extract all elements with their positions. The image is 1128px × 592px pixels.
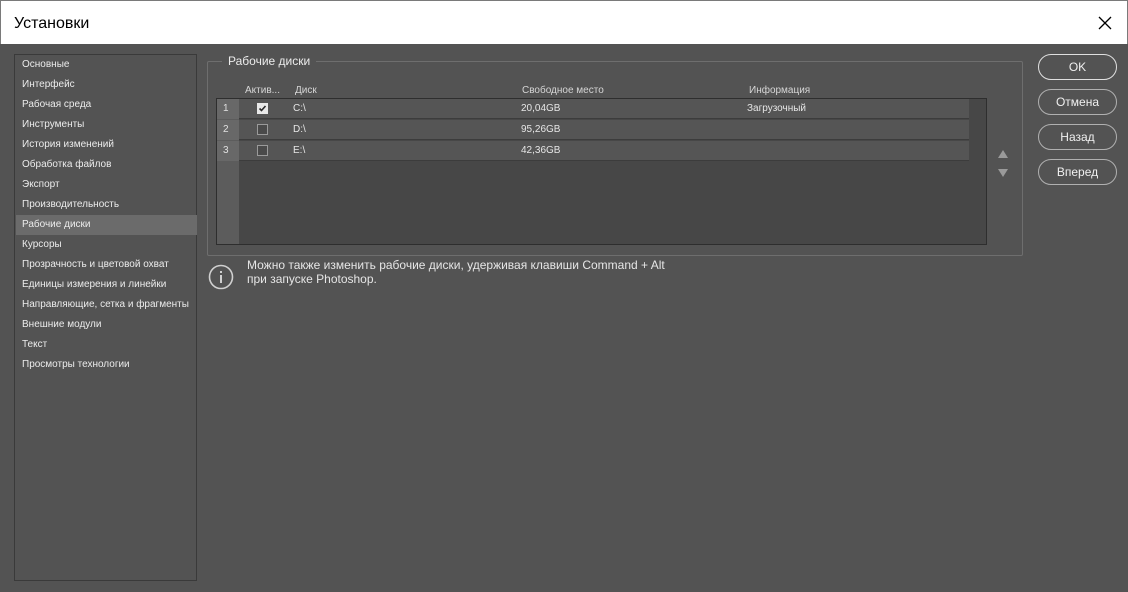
info-message-line2: при запуске Photoshop. (247, 272, 377, 286)
row-number: 3 (217, 141, 239, 161)
sidebar-item-tools[interactable]: Инструменты (16, 115, 197, 135)
group-title: Рабочие диски (222, 54, 317, 68)
disk-cell: E:\ (293, 145, 306, 156)
sidebar-item-performance[interactable]: Производительность (16, 195, 197, 215)
info-cell: Загрузочный (747, 103, 807, 114)
free-space-cell: 20,04GB (521, 103, 561, 114)
disk-cell: D:\ (293, 124, 306, 135)
sidebar-item-history[interactable]: История изменений (16, 135, 197, 155)
sidebar-item-scratch-disks[interactable]: Рабочие диски (16, 215, 197, 235)
back-button[interactable]: Назад (1038, 124, 1117, 150)
column-header-disk[interactable]: Диск (295, 85, 317, 96)
free-space-cell: 42,36GB (521, 145, 561, 156)
cancel-button[interactable]: Отмена (1038, 89, 1117, 115)
disk-cell: C:\ (293, 103, 306, 114)
close-icon (1098, 16, 1112, 30)
column-header-info[interactable]: Информация (749, 85, 810, 96)
window-title: Установки (14, 15, 90, 32)
triangle-up-icon[interactable] (997, 149, 1009, 159)
sidebar-item-general[interactable]: Основные (16, 55, 197, 75)
ok-button[interactable]: OK (1038, 54, 1117, 80)
sidebar-item-guides[interactable]: Направляющие, сетка и фрагменты (16, 295, 197, 315)
table-row[interactable]: 1 C:\ 20,04GB Загрузочный (217, 99, 969, 119)
checkmark-icon (258, 105, 267, 112)
close-button[interactable] (1093, 11, 1117, 35)
free-space-cell: 95,26GB (521, 124, 561, 135)
sidebar-item-export[interactable]: Экспорт (16, 175, 197, 195)
table-row[interactable]: 2 D:\ 95,26GB (217, 120, 969, 140)
sidebar-item-workspace[interactable]: Рабочая среда (16, 95, 197, 115)
sidebar-item-type[interactable]: Текст (16, 335, 197, 355)
sidebar-item-file-handling[interactable]: Обработка файлов (16, 155, 197, 175)
row-number: 2 (217, 120, 239, 140)
column-header-free-space[interactable]: Свободное место (522, 85, 604, 96)
active-checkbox[interactable] (257, 145, 268, 156)
forward-button[interactable]: Вперед (1038, 159, 1117, 185)
sidebar-item-cursors[interactable]: Курсоры (16, 235, 197, 255)
active-checkbox[interactable] (257, 103, 268, 114)
sidebar-item-units[interactable]: Единицы измерения и линейки (16, 275, 197, 295)
info-icon (208, 264, 234, 290)
row-number: 1 (217, 99, 239, 119)
triangle-down-icon[interactable] (997, 168, 1009, 178)
sidebar-item-transparency[interactable]: Прозрачность и цветовой охват (16, 255, 197, 275)
scratch-disk-table: 1 C:\ 20,04GB Загрузочный 2 D:\ 95,26GB … (216, 98, 987, 245)
title-bar: Установки (0, 0, 1128, 44)
sidebar-item-tech-previews[interactable]: Просмотры технологии (16, 355, 197, 375)
sidebar-item-interface[interactable]: Интерфейс (16, 75, 197, 95)
table-row[interactable]: 3 E:\ 42,36GB (217, 141, 969, 161)
info-message: Можно также изменить рабочие диски, удер… (247, 258, 665, 286)
column-header-active[interactable]: Актив... (245, 85, 280, 96)
active-checkbox[interactable] (257, 124, 268, 135)
info-message-line1: Можно также изменить рабочие диски, удер… (247, 258, 665, 272)
table-scrollbar[interactable] (969, 99, 986, 244)
sidebar: Основные Интерфейс Рабочая среда Инструм… (14, 54, 197, 581)
sidebar-item-plugins[interactable]: Внешние модули (16, 315, 197, 335)
